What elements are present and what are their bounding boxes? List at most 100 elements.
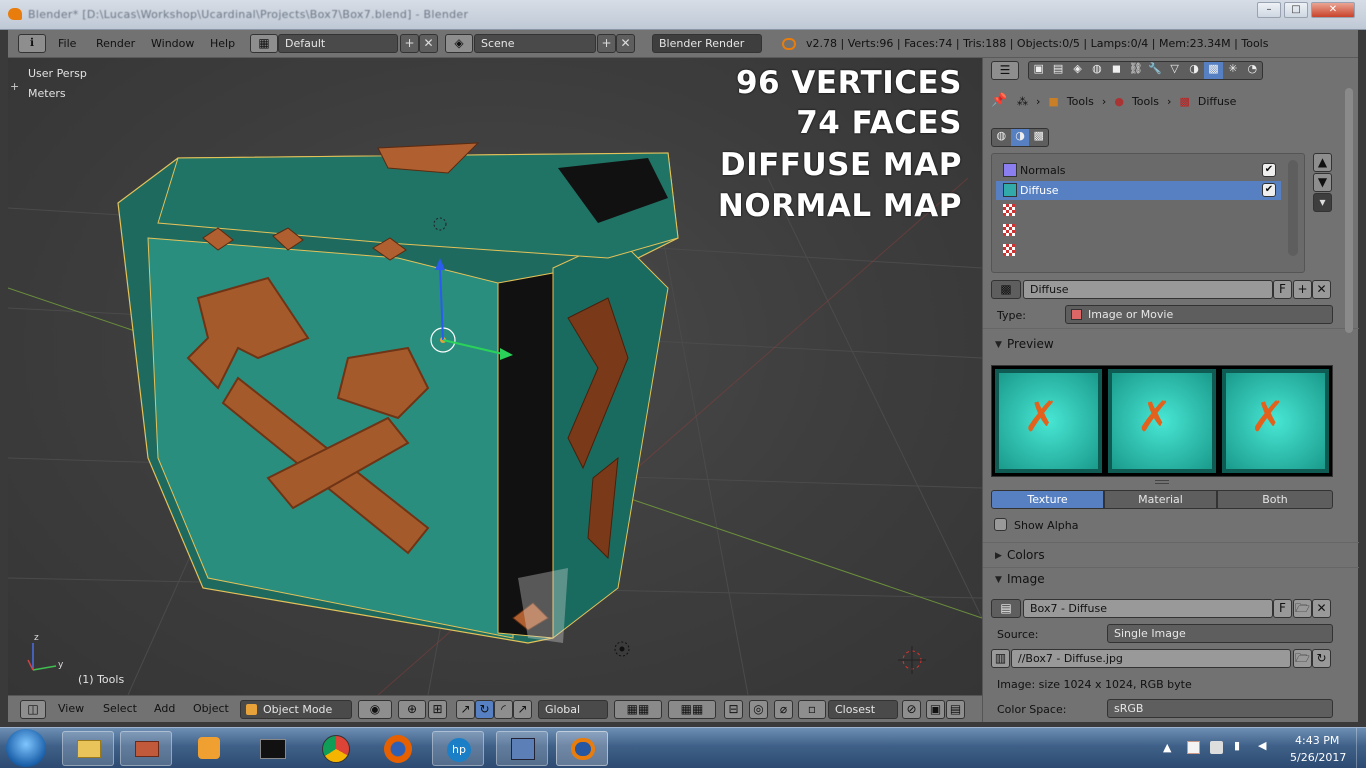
preview-panel-title[interactable]: Preview (1007, 337, 1054, 351)
show-desktop-button[interactable] (1356, 728, 1366, 768)
preview-expand-icon[interactable]: ▼ (995, 340, 1002, 350)
start-button[interactable] (6, 729, 46, 767)
editor-type-properties-icon[interactable]: ☰ (991, 61, 1019, 80)
manipulator-toggle-icon[interactable]: ⊞ (428, 700, 447, 719)
texture-type-select[interactable]: Image or Movie (1065, 305, 1333, 324)
preview-tab-both[interactable]: Both (1217, 490, 1333, 509)
world-texture-tab-icon[interactable]: ◍ (992, 129, 1011, 146)
data-tab-icon[interactable]: ▽ (1165, 62, 1184, 79)
align-rotation-icon[interactable]: ⊘ (902, 700, 921, 719)
translate-manipulator-icon[interactable]: ↗ (456, 700, 475, 719)
physics-tab-icon[interactable]: ◔ (1243, 62, 1262, 79)
pack-image-icon[interactable]: ▥ (991, 649, 1010, 668)
unlink-texture-icon[interactable]: ✕ (1312, 280, 1331, 299)
network-icon[interactable]: ▮ (1234, 739, 1240, 752)
tray-icon-2[interactable] (1210, 741, 1223, 754)
modifiers-tab-icon[interactable]: 🔧 (1146, 62, 1165, 79)
clock-time[interactable]: 4:43 PM (1295, 734, 1339, 747)
volume-icon[interactable]: ◀ (1258, 739, 1266, 752)
new-texture-icon[interactable]: + (1293, 280, 1312, 299)
add-layout-icon[interactable]: + (400, 34, 419, 53)
proportional-edit-icon[interactable]: ◎ (749, 700, 768, 719)
image-panel-title[interactable]: Image (1007, 572, 1045, 586)
color-space-select[interactable]: sRGB (1107, 699, 1333, 718)
image-source-select[interactable]: Single Image (1107, 624, 1333, 643)
browse-file-icon[interactable]: 🗁 (1293, 649, 1312, 668)
pivot-point-icon[interactable]: ⊕ (398, 700, 426, 719)
scene-icon[interactable]: ◈ (445, 34, 473, 53)
material-tab-icon[interactable]: ◑ (1184, 62, 1203, 79)
snap-target-select[interactable]: Closest (828, 700, 898, 719)
screen-layout-field[interactable]: Default (278, 34, 398, 53)
delete-layout-icon[interactable]: ✕ (419, 34, 438, 53)
orientation-select[interactable]: Global (538, 700, 608, 719)
particles-tab-icon[interactable]: ✳ (1223, 62, 1242, 79)
move-slot-down-icon[interactable]: ▼ (1313, 173, 1332, 192)
transform-orientation-icon[interactable]: ↗ (513, 700, 532, 719)
layers-tab-icon[interactable]: ▤ (1048, 62, 1067, 79)
viewport-shading-icon[interactable]: ◉ (358, 700, 392, 719)
menu-file[interactable]: File (58, 30, 76, 58)
snap-element-icon[interactable]: ▫ (798, 700, 826, 719)
pin-icon[interactable]: 📌 (991, 93, 1007, 108)
list-item[interactable] (996, 201, 1281, 220)
texture-name-field[interactable]: Diffuse (1023, 280, 1273, 299)
texture-browse-icon[interactable]: ▩ (991, 280, 1021, 299)
explorer-taskbar-icon[interactable] (62, 731, 114, 766)
add-scene-icon[interactable]: + (597, 34, 616, 53)
show-alpha-checkbox[interactable] (994, 518, 1007, 531)
slot-enabled-checkbox[interactable]: ✔ (1262, 183, 1276, 197)
toolshelf-toggle-icon[interactable]: + (10, 80, 19, 93)
image-name-field[interactable]: Box7 - Diffuse (1023, 599, 1273, 618)
properties-scrollbar[interactable] (1345, 88, 1353, 333)
scene-field[interactable]: Scene (474, 34, 596, 53)
menu-add[interactable]: Add (154, 696, 175, 724)
show-hidden-icons[interactable]: ▲ (1163, 741, 1171, 754)
screen-layout-icon[interactable]: ▦ (250, 34, 278, 53)
open-image-icon[interactable]: 🗁 (1293, 599, 1312, 618)
render-animation-icon[interactable]: ▤ (946, 700, 965, 719)
layers-grid-1[interactable]: ▦▦ (614, 700, 662, 719)
maximize-button[interactable]: □ (1284, 2, 1308, 18)
slot-specials-icon[interactable]: ▾ (1313, 193, 1332, 212)
other-texture-tab-icon[interactable]: ▩ (1029, 129, 1048, 146)
media-player-taskbar-icon[interactable] (184, 731, 236, 766)
menu-select[interactable]: Select (103, 696, 137, 724)
preview-tab-material[interactable]: Material (1104, 490, 1217, 509)
app-taskbar-icon-2[interactable] (120, 731, 172, 766)
screenshot-tool-taskbar-icon[interactable] (496, 731, 548, 766)
lock-camera-icon[interactable]: ⊟ (724, 700, 743, 719)
reload-image-icon[interactable]: ↻ (1312, 649, 1331, 668)
clock-date[interactable]: 5/26/2017 (1290, 751, 1346, 764)
list-item[interactable]: Diffuse ✔ (996, 181, 1281, 200)
editor-type-info-icon[interactable]: ℹ (18, 34, 46, 53)
colors-expand-icon[interactable]: ▶ (995, 551, 1002, 561)
texture-tab-icon[interactable]: ▩ (1203, 62, 1224, 79)
close-window-button[interactable]: ✕ (1311, 2, 1355, 18)
fake-user-button[interactable]: F (1273, 280, 1292, 299)
render-tab-icon[interactable]: ▣ (1029, 62, 1048, 79)
hp-taskbar-icon[interactable]: hp (432, 731, 484, 766)
world-tab-icon[interactable]: ◍ (1087, 62, 1106, 79)
preview-tab-texture[interactable]: Texture (991, 490, 1104, 509)
delete-scene-icon[interactable]: ✕ (616, 34, 635, 53)
move-slot-up-icon[interactable]: ▲ (1313, 153, 1332, 172)
minimize-button[interactable]: – (1257, 2, 1281, 18)
image-browse-icon[interactable]: ▤ (991, 599, 1021, 618)
3d-viewport[interactable]: User Persp Meters + 96 VERTICES 74 FACES… (8, 58, 982, 695)
slot-enabled-checkbox[interactable]: ✔ (1262, 163, 1276, 177)
scale-manipulator-icon[interactable]: ◜ (494, 700, 513, 719)
list-item[interactable] (996, 221, 1281, 240)
snap-toggle-icon[interactable]: ⌀ (774, 700, 793, 719)
chrome-taskbar-icon[interactable] (310, 731, 362, 766)
list-item[interactable] (996, 241, 1281, 260)
unlink-image-icon[interactable]: ✕ (1312, 599, 1331, 618)
scene-tab-icon[interactable]: ◈ (1068, 62, 1087, 79)
object-tab-icon[interactable]: ◼ (1107, 62, 1126, 79)
render-still-icon[interactable]: ▣ (926, 700, 945, 719)
image-fake-user-button[interactable]: F (1273, 599, 1292, 618)
menu-object[interactable]: Object (193, 696, 229, 724)
colors-panel-title[interactable]: Colors (1007, 548, 1045, 562)
menu-window[interactable]: Window (151, 30, 194, 58)
constraints-tab-icon[interactable]: ⛓ (1126, 62, 1145, 79)
